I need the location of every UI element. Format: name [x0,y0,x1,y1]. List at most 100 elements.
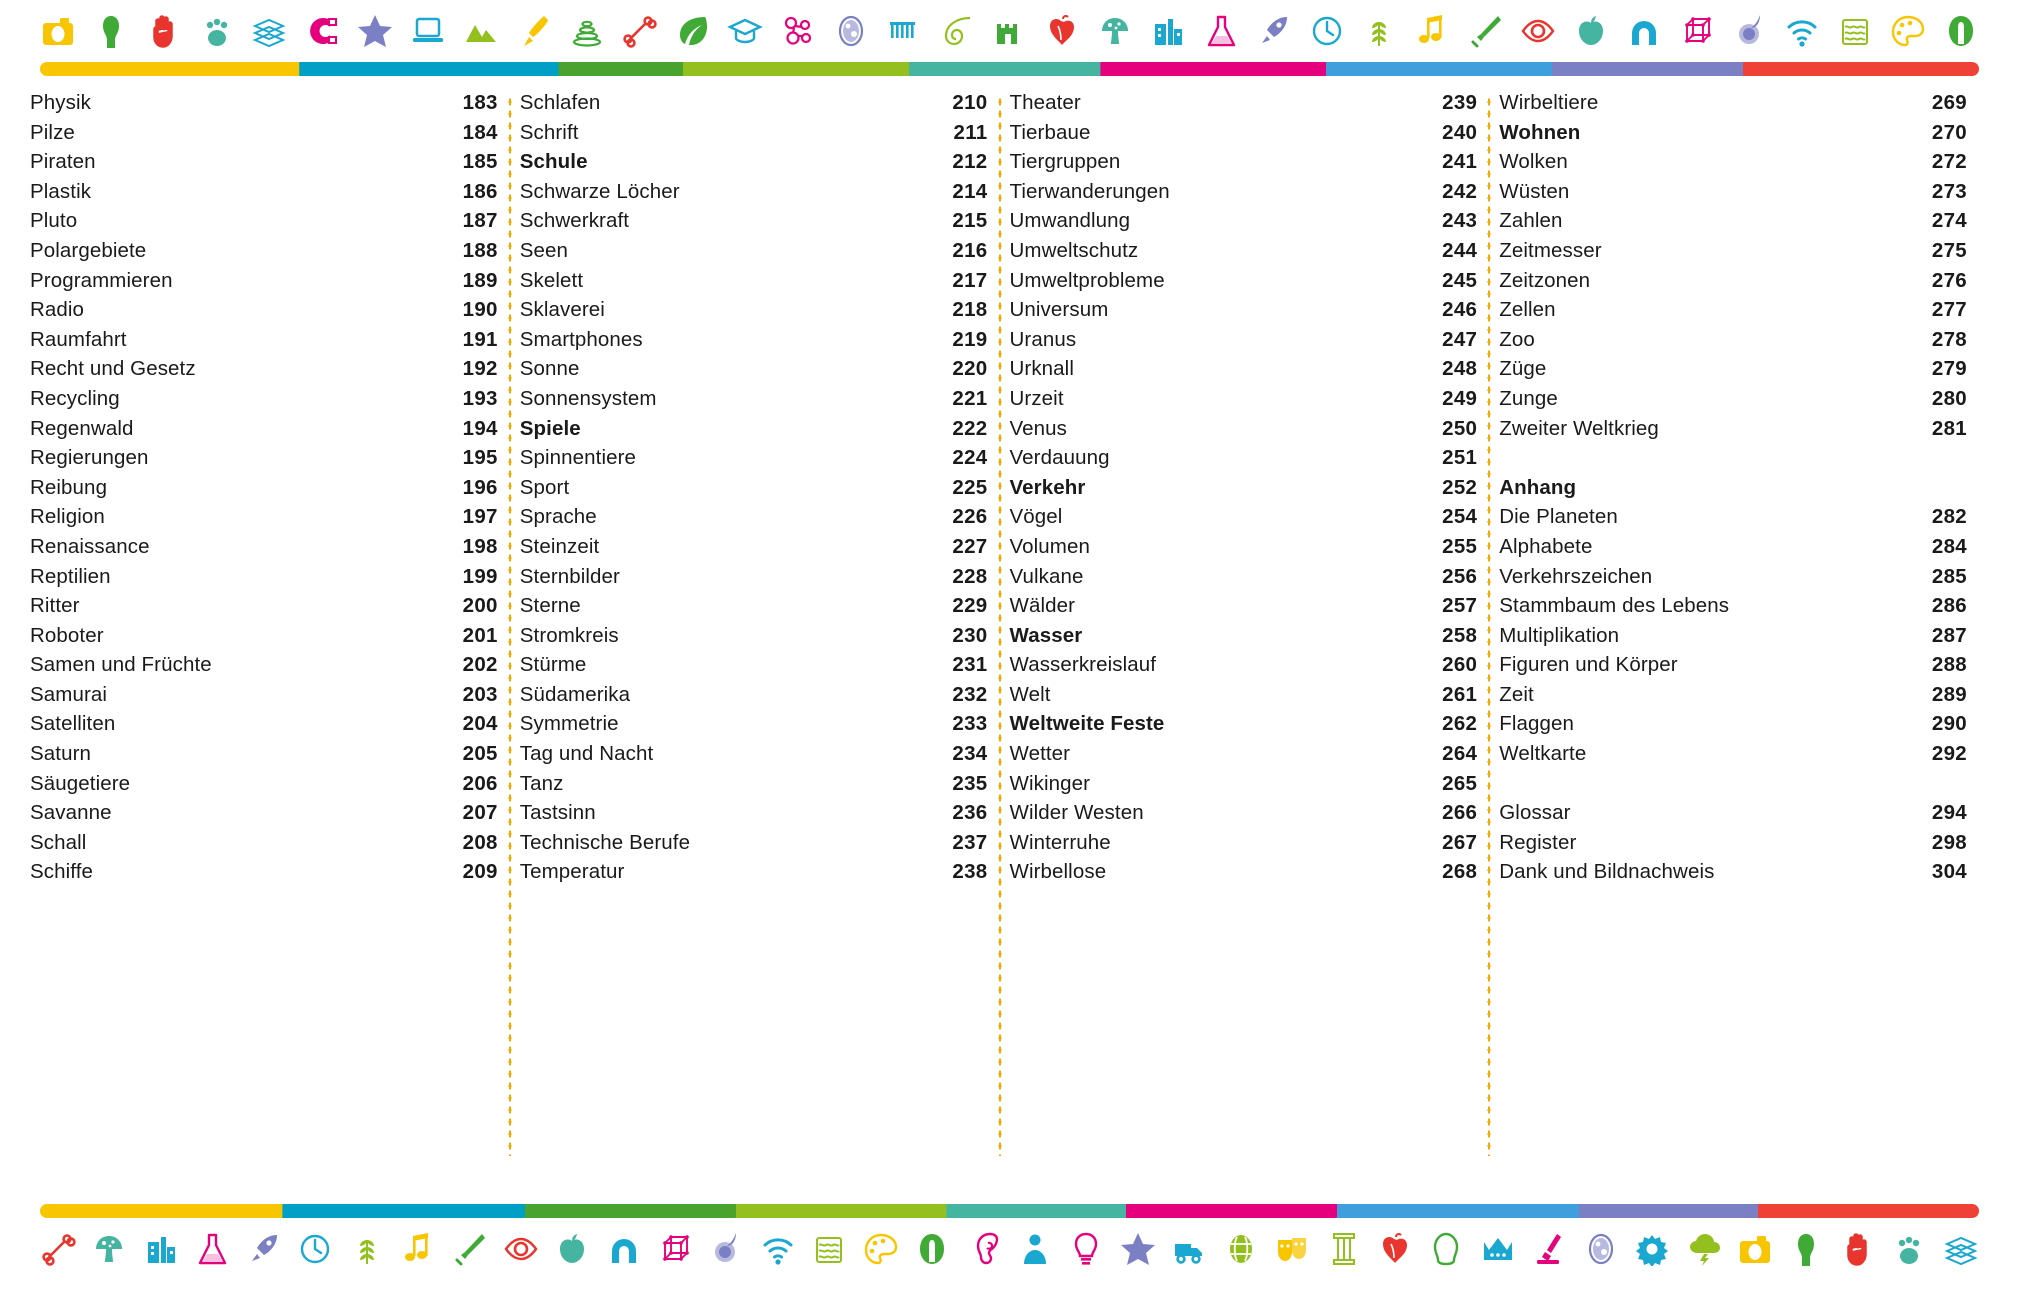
toc-entry[interactable]: Stammbaum des Lebens 286 [1499,591,1967,621]
section-heading[interactable]: Anhang [1499,473,1967,503]
toc-entry[interactable]: Technische Berufe 237 [520,828,988,858]
toc-entry[interactable]: Sprache 226 [520,502,988,532]
toc-entry[interactable]: Saturn 205 [30,739,498,769]
toc-entry[interactable]: Glossar 294 [1499,798,1967,828]
toc-entry[interactable]: Urknall 248 [1010,354,1478,384]
toc-entry[interactable]: Wasserkreislauf 260 [1010,650,1478,680]
toc-entry[interactable]: Satelliten 204 [30,709,498,739]
toc-entry[interactable]: Sternbilder 228 [520,562,988,592]
toc-entry[interactable]: Stürme 231 [520,650,988,680]
toc-entry[interactable]: Steinzeit 227 [520,532,988,562]
toc-entry[interactable]: Smartphones 219 [520,325,988,355]
toc-entry[interactable]: Tanz 235 [520,769,988,799]
toc-entry[interactable]: Verkehrszeichen 285 [1499,562,1967,592]
toc-entry[interactable]: Umwandlung 243 [1010,206,1478,236]
toc-entry[interactable]: Zunge 280 [1499,384,1967,414]
toc-entry[interactable]: Polargebiete 188 [30,236,498,266]
toc-entry[interactable]: Piraten 185 [30,147,498,177]
toc-entry[interactable]: Wetter 264 [1010,739,1478,769]
toc-entry[interactable]: Regenwald 194 [30,414,498,444]
toc-entry[interactable]: Umweltschutz 244 [1010,236,1478,266]
toc-entry[interactable]: Zeit 289 [1499,680,1967,710]
toc-entry[interactable]: Tastsinn 236 [520,798,988,828]
toc-entry[interactable]: Wilder Westen 266 [1010,798,1478,828]
toc-entry[interactable]: Multiplikation 287 [1499,621,1967,651]
toc-entry[interactable]: Samen und Früchte 202 [30,650,498,680]
toc-entry[interactable]: Säugetiere 206 [30,769,498,799]
toc-entry[interactable]: Tierbaue 240 [1010,118,1478,148]
toc-entry[interactable]: Physik 183 [30,88,498,118]
toc-entry[interactable]: Reibung 196 [30,473,498,503]
toc-entry[interactable]: Theater 239 [1010,88,1478,118]
toc-entry[interactable]: Südamerika 232 [520,680,988,710]
toc-entry[interactable]: Vögel 254 [1010,502,1478,532]
toc-entry[interactable]: Dank und Bildnachweis 304 [1499,857,1967,887]
toc-entry[interactable]: Pilze 184 [30,118,498,148]
toc-entry[interactable]: Regierungen 195 [30,443,498,473]
toc-entry[interactable]: Weltweite Feste 262 [1010,709,1478,739]
toc-entry[interactable]: Alphabete 284 [1499,532,1967,562]
toc-entry[interactable]: Recycling 193 [30,384,498,414]
toc-entry[interactable]: Flaggen 290 [1499,709,1967,739]
toc-entry[interactable]: Sterne 229 [520,591,988,621]
toc-entry[interactable]: Sport 225 [520,473,988,503]
toc-entry[interactable]: Programmieren 189 [30,266,498,296]
toc-entry[interactable]: Radio 190 [30,295,498,325]
toc-entry[interactable]: Umweltprobleme 245 [1010,266,1478,296]
toc-entry[interactable]: Wirbellose 268 [1010,857,1478,887]
toc-entry[interactable]: Spinnentiere 224 [520,443,988,473]
toc-entry[interactable]: Schlafen 210 [520,88,988,118]
toc-entry[interactable]: Religion 197 [30,502,498,532]
toc-entry[interactable]: Urzeit 249 [1010,384,1478,414]
toc-entry[interactable]: Züge 279 [1499,354,1967,384]
toc-entry[interactable]: Wälder 257 [1010,591,1478,621]
toc-entry[interactable]: Welt 261 [1010,680,1478,710]
toc-entry[interactable]: Figuren und Körper 288 [1499,650,1967,680]
toc-entry[interactable]: Tierwanderungen 242 [1010,177,1478,207]
toc-entry[interactable]: Weltkarte 292 [1499,739,1967,769]
toc-entry[interactable]: Savanne 207 [30,798,498,828]
toc-entry[interactable]: Volumen 255 [1010,532,1478,562]
toc-entry[interactable]: Sonne 220 [520,354,988,384]
toc-entry[interactable]: Zahlen 274 [1499,206,1967,236]
toc-entry[interactable]: Seen 216 [520,236,988,266]
toc-entry[interactable]: Tag und Nacht 234 [520,739,988,769]
toc-entry[interactable]: Ritter 200 [30,591,498,621]
toc-entry[interactable]: Zoo 278 [1499,325,1967,355]
toc-entry[interactable]: Schiffe 209 [30,857,498,887]
toc-entry[interactable]: Vulkane 256 [1010,562,1478,592]
toc-entry[interactable]: Verkehr 252 [1010,473,1478,503]
toc-entry[interactable]: Schrift 211 [520,118,988,148]
toc-entry[interactable]: Zellen 277 [1499,295,1967,325]
toc-entry[interactable]: Recht und Gesetz 192 [30,354,498,384]
toc-entry[interactable]: Universum 246 [1010,295,1478,325]
toc-entry[interactable]: Register 298 [1499,828,1967,858]
toc-entry[interactable]: Symmetrie 233 [520,709,988,739]
toc-entry[interactable]: Wirbeltiere 269 [1499,88,1967,118]
toc-entry[interactable]: Winterruhe 267 [1010,828,1478,858]
toc-entry[interactable]: Plastik 186 [30,177,498,207]
toc-entry[interactable]: Wolken 272 [1499,147,1967,177]
toc-entry[interactable]: Renaissance 198 [30,532,498,562]
toc-entry[interactable]: Schule 212 [520,147,988,177]
toc-entry[interactable]: Raumfahrt 191 [30,325,498,355]
toc-entry[interactable]: Schwarze Löcher 214 [520,177,988,207]
toc-entry[interactable]: Roboter 201 [30,621,498,651]
toc-entry[interactable]: Stromkreis 230 [520,621,988,651]
toc-entry[interactable]: Schwerkraft 215 [520,206,988,236]
toc-entry[interactable]: Uranus 247 [1010,325,1478,355]
toc-entry[interactable]: Pluto 187 [30,206,498,236]
toc-entry[interactable]: Tiergruppen 241 [1010,147,1478,177]
toc-entry[interactable]: Samurai 203 [30,680,498,710]
toc-entry[interactable]: Wüsten 273 [1499,177,1967,207]
toc-entry[interactable]: Venus 250 [1010,414,1478,444]
toc-entry[interactable]: Spiele 222 [520,414,988,444]
toc-entry[interactable]: Sonnensystem 221 [520,384,988,414]
toc-entry[interactable]: Temperatur 238 [520,857,988,887]
toc-entry[interactable]: Schall 208 [30,828,498,858]
toc-entry[interactable]: Wikinger 265 [1010,769,1478,799]
toc-entry[interactable]: Reptilien 199 [30,562,498,592]
toc-entry[interactable]: Die Planeten 282 [1499,502,1967,532]
toc-entry[interactable]: Zeitmesser 275 [1499,236,1967,266]
toc-entry[interactable]: Wohnen 270 [1499,118,1967,148]
